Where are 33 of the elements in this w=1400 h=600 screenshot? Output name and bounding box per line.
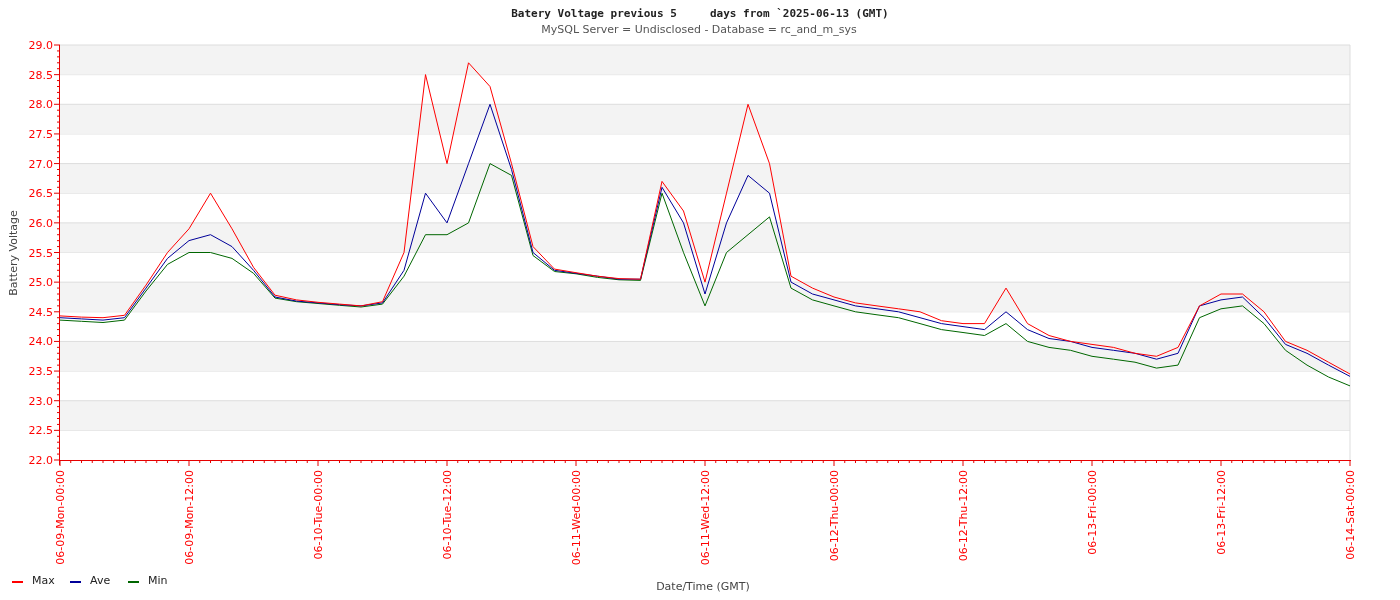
legend-label: Max xyxy=(32,574,55,587)
x-tick-label: 06-10-Tue-12:00 xyxy=(441,470,454,560)
x-tick-label: 06-12-Thu-12:00 xyxy=(957,470,970,562)
chart-title: Batery Voltage previous 5 days from `2025-06-13 (GMT) xyxy=(511,7,889,20)
x-tick-label: 06-13-Fri-00:00 xyxy=(1086,470,1099,555)
y-tick-label: 26.5 xyxy=(28,187,53,201)
y-tick-label: 25.0 xyxy=(28,276,53,290)
x-tick-label: 06-10-Tue-00:00 xyxy=(312,470,325,560)
y-tick-label: 22.0 xyxy=(28,454,53,467)
x-tick-label: 06-11-Wed-12:00 xyxy=(699,470,712,566)
y-tick-label: 28.0 xyxy=(28,98,53,112)
x-axis-label: Date/Time (GMT) xyxy=(656,580,750,593)
chart-subtitle: MySQL Server = Undisclosed - Database = rc_and_m_sys xyxy=(541,23,857,36)
legend-label: Ave xyxy=(90,574,111,587)
y-tick-label: 27.0 xyxy=(28,157,53,171)
y-tick-label: 24.0 xyxy=(28,335,53,349)
y-tick-label: 23.0 xyxy=(28,394,53,408)
y-tick-label: 23.5 xyxy=(28,365,53,379)
x-tick-label: 06-09-Mon-12:00 xyxy=(183,470,196,565)
x-tick-label: 06-09-Mon-00:00 xyxy=(54,470,67,565)
x-tick-label: 06-11-Wed-00:00 xyxy=(570,470,583,566)
y-tick-label: 24.5 xyxy=(28,305,53,319)
y-axis-label: Battery Voltage xyxy=(7,210,20,296)
y-tick-label: 26.0 xyxy=(28,216,53,230)
y-tick-label: 28.5 xyxy=(28,68,53,82)
x-tick-label: 06-14-Sat-00:00 xyxy=(1344,470,1357,560)
y-tick-label: 25.5 xyxy=(28,246,53,260)
x-tick-label: 06-12-Thu-00:00 xyxy=(828,470,841,562)
y-tick-label: 29.0 xyxy=(28,39,53,52)
y-tick-label: 22.5 xyxy=(28,424,53,438)
x-tick-label: 06-13-Fri-12:00 xyxy=(1215,470,1228,555)
y-tick-label: 27.5 xyxy=(28,127,53,141)
legend-label: Min xyxy=(148,574,168,587)
